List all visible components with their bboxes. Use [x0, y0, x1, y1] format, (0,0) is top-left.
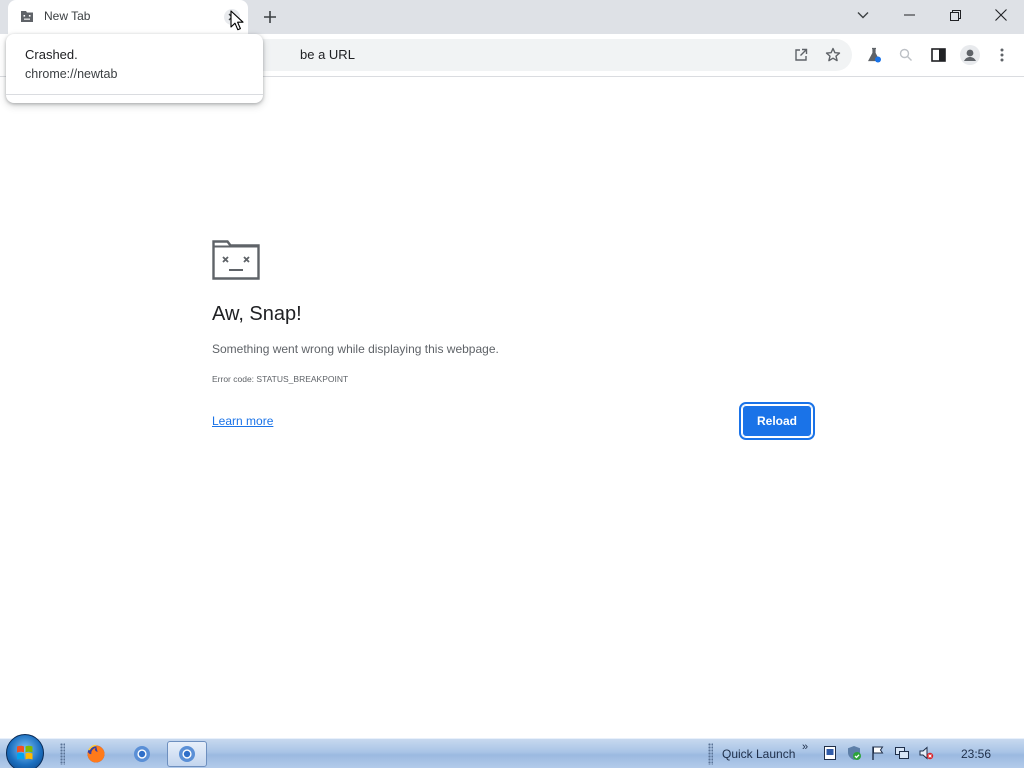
- mouse-cursor-icon: [230, 10, 244, 37]
- error-message: Something went wrong while displaying th…: [212, 342, 499, 356]
- tab-hover-card: Crashed. chrome://newtab: [6, 34, 263, 103]
- zoom-icon[interactable]: [893, 42, 919, 68]
- sad-tab-icon: [20, 10, 34, 23]
- restore-icon: [949, 9, 961, 21]
- taskbar-app-firefox[interactable]: [76, 741, 116, 767]
- tab-new-tab[interactable]: New Tab: [8, 0, 248, 34]
- security-shield-icon[interactable]: [846, 745, 862, 761]
- taskbar-grip[interactable]: [60, 743, 65, 765]
- tab-search-button[interactable]: [840, 0, 886, 30]
- error-code: Error code: STATUS_BREAKPOINT: [212, 374, 349, 384]
- volume-muted-icon[interactable]: [918, 745, 934, 761]
- network-icon[interactable]: [894, 745, 910, 761]
- quick-launch-grip[interactable]: [708, 743, 713, 765]
- quick-launch-label[interactable]: Quick Launch: [722, 747, 795, 761]
- minimize-icon: [903, 14, 915, 16]
- new-tab-button[interactable]: [260, 7, 280, 27]
- error-heading: Aw, Snap!: [212, 303, 302, 325]
- plus-icon: [264, 11, 276, 23]
- action-center-flag-icon[interactable]: [870, 745, 886, 761]
- tab-title: New Tab: [44, 9, 91, 23]
- chevron-down-icon: [857, 12, 869, 19]
- close-window-button[interactable]: [978, 0, 1024, 30]
- quick-launch-chevron-icon[interactable]: »: [802, 741, 808, 753]
- windows-start-icon[interactable]: [6, 734, 44, 768]
- firefox-icon: [87, 744, 105, 763]
- hover-card-url: chrome://newtab: [25, 67, 118, 81]
- minimize-button[interactable]: [886, 0, 932, 30]
- close-window-icon: [995, 9, 1007, 21]
- document-icon[interactable]: [822, 745, 838, 761]
- labs-flask-icon[interactable]: [861, 42, 887, 68]
- side-panel-icon[interactable]: [925, 42, 951, 68]
- reload-button[interactable]: Reload: [739, 402, 815, 440]
- profile-avatar-icon[interactable]: [957, 42, 983, 68]
- tab-strip: New Tab: [0, 0, 1024, 34]
- taskbar-app-chrome[interactable]: [122, 741, 162, 767]
- restore-button[interactable]: [932, 0, 978, 30]
- sad-folder-icon: [212, 240, 260, 285]
- chrome-icon: [134, 746, 150, 762]
- hover-card-divider: [6, 94, 263, 95]
- share-icon[interactable]: [788, 42, 814, 68]
- hover-card-title: Crashed.: [25, 47, 78, 62]
- menu-dots-icon[interactable]: [989, 42, 1015, 68]
- taskbar: Quick Launch » 23:56: [0, 738, 1024, 768]
- address-bar-visible-text: be a URL: [300, 47, 355, 62]
- learn-more-link[interactable]: Learn more: [212, 414, 273, 428]
- taskbar-app-chrome-active[interactable]: [167, 741, 207, 767]
- taskbar-clock[interactable]: 23:56: [961, 747, 991, 761]
- bookmark-star-icon[interactable]: [820, 42, 846, 68]
- chrome-icon: [179, 746, 195, 762]
